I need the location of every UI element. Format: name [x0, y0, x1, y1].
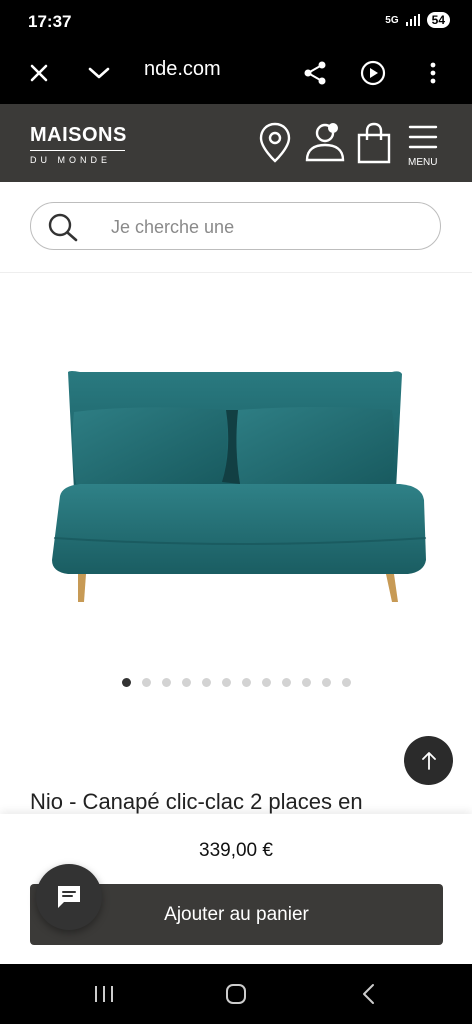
carousel-dot[interactable]	[342, 678, 351, 687]
close-tab-button[interactable]	[22, 56, 56, 90]
url-text[interactable]: nde.com	[144, 58, 221, 81]
chat-bubble-icon	[58, 886, 80, 908]
hamburger-menu-icon	[408, 125, 438, 149]
cart-button[interactable]	[356, 122, 392, 164]
back-button[interactable]	[348, 980, 388, 1008]
search-section	[0, 182, 472, 273]
signal-icon	[405, 14, 420, 26]
share-button[interactable]	[298, 56, 332, 90]
product-title: Nio - Canapé clic-clac 2 places en	[30, 789, 363, 814]
logo-main-text: MAISONS	[30, 124, 127, 146]
logo-sub-text: DU MONDE	[30, 155, 111, 165]
home-button[interactable]	[216, 980, 256, 1008]
menu-label: MENU	[408, 157, 438, 168]
scroll-to-top-button[interactable]	[404, 736, 453, 785]
carousel-dot[interactable]	[242, 678, 251, 687]
account-button[interactable]	[303, 120, 347, 164]
carousel-dot[interactable]	[302, 678, 311, 687]
share-icon	[304, 61, 326, 85]
play-button[interactable]	[356, 56, 390, 90]
minimize-button[interactable]	[82, 56, 116, 90]
status-time: 17:37	[28, 12, 72, 31]
battery-badge: 54	[426, 12, 450, 28]
image-carousel-dots	[122, 678, 351, 687]
site-logo[interactable]: MAISONS DU MONDE	[30, 124, 127, 165]
search-icon[interactable]	[47, 212, 79, 247]
user-icon	[305, 123, 345, 162]
carousel-dot[interactable]	[202, 678, 211, 687]
carousel-dot[interactable]	[322, 678, 331, 687]
menu-button[interactable]	[408, 124, 438, 150]
recent-apps-button[interactable]	[84, 980, 124, 1008]
more-vertical-icon	[430, 62, 436, 84]
status-icons: 5G 54	[385, 12, 450, 28]
logo-divider	[30, 150, 125, 151]
search-input[interactable]	[109, 213, 413, 241]
site-header: MAISONS DU MONDE MENU	[0, 104, 472, 182]
carousel-dot[interactable]	[262, 678, 271, 687]
arrow-up-icon	[421, 751, 436, 770]
system-navigation-bar	[0, 964, 472, 1024]
recent-apps-icon	[95, 986, 113, 1002]
chat-button[interactable]	[36, 864, 102, 930]
more-options-button[interactable]	[416, 56, 450, 90]
carousel-dot[interactable]	[162, 678, 171, 687]
product-price: 339,00 €	[199, 840, 273, 861]
sofa-image	[52, 371, 427, 602]
chevron-down-icon	[88, 67, 110, 79]
network-label: 5G	[385, 14, 399, 26]
play-circle-icon	[360, 60, 386, 86]
shopping-bag-icon	[357, 122, 391, 164]
carousel-dot[interactable]	[142, 678, 151, 687]
close-icon	[30, 64, 48, 82]
carousel-dot[interactable]	[282, 678, 291, 687]
home-icon	[226, 984, 246, 1004]
carousel-dot[interactable]	[222, 678, 231, 687]
product-image[interactable]	[40, 360, 440, 610]
location-pin-icon	[259, 122, 291, 163]
search-box[interactable]	[30, 202, 441, 250]
store-locator-button[interactable]	[258, 122, 292, 164]
back-icon	[363, 984, 374, 1004]
carousel-dot[interactable]	[182, 678, 191, 687]
status-bar: 17:37 5G 54	[0, 0, 472, 42]
carousel-dot[interactable]	[122, 678, 131, 687]
browser-toolbar: nde.com	[0, 42, 472, 104]
